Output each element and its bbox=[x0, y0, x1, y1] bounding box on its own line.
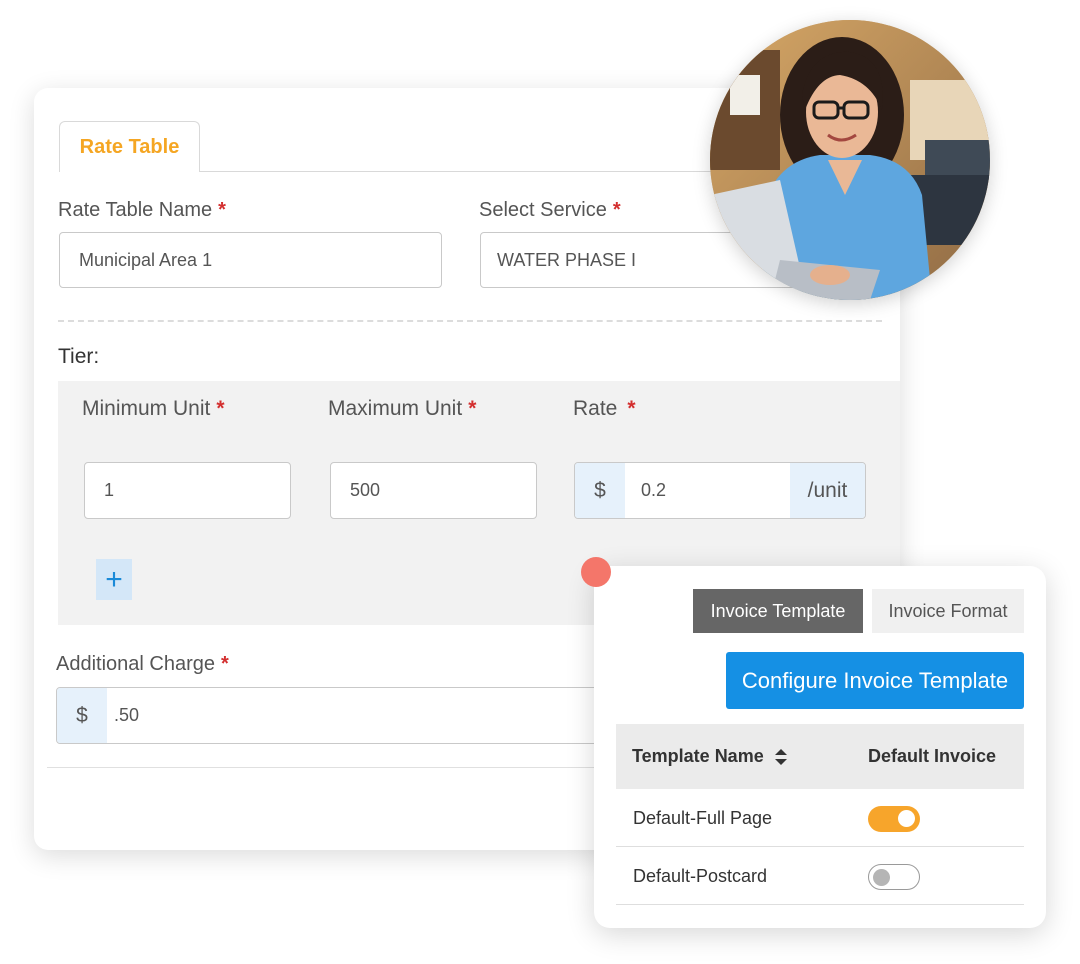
maximum-unit-label: Maximum Unit * bbox=[328, 397, 476, 421]
tab-rate-table[interactable]: Rate Table bbox=[59, 121, 200, 172]
additional-charge-input-group: $ .50 bbox=[56, 687, 616, 744]
user-photo bbox=[710, 20, 990, 300]
required-mark: * bbox=[468, 397, 477, 420]
toggle-knob bbox=[898, 810, 915, 827]
maximum-unit-label-text: Maximum Unit bbox=[328, 397, 463, 420]
select-service-label: Select Service * bbox=[479, 199, 621, 222]
maximum-unit-input[interactable]: 500 bbox=[330, 462, 537, 519]
tier-label: Tier: bbox=[58, 345, 100, 368]
column-template-name-label: Template Name bbox=[632, 746, 764, 766]
plus-icon: + bbox=[105, 562, 123, 596]
tab-invoice-template[interactable]: Invoice Template bbox=[693, 589, 863, 633]
table-row: Default-Full Page bbox=[616, 789, 1024, 847]
minimum-unit-input[interactable]: 1 bbox=[84, 462, 291, 519]
template-name-cell: Default-Postcard bbox=[633, 865, 768, 886]
woman-at-laptop-illustration bbox=[710, 20, 990, 300]
additional-charge-input[interactable]: .50 bbox=[107, 705, 615, 726]
required-mark: * bbox=[218, 199, 226, 221]
tab-invoice-format[interactable]: Invoice Format bbox=[872, 589, 1024, 633]
dollar-prefix: $ bbox=[57, 688, 107, 743]
required-mark: * bbox=[627, 397, 636, 420]
rate-input-group: $ 0.2 /unit bbox=[574, 462, 866, 519]
section-divider bbox=[58, 320, 882, 322]
sort-icon[interactable] bbox=[774, 748, 788, 766]
rate-table-name-label: Rate Table Name * bbox=[58, 199, 226, 222]
per-unit-suffix: /unit bbox=[790, 463, 865, 518]
select-service-label-text: Select Service bbox=[479, 199, 607, 221]
rate-table-name-label-text: Rate Table Name bbox=[58, 199, 213, 221]
default-invoice-toggle[interactable] bbox=[868, 864, 920, 890]
required-mark: * bbox=[612, 199, 621, 221]
add-tier-button[interactable]: + bbox=[96, 559, 132, 600]
rate-label: Rate * bbox=[573, 397, 636, 421]
minimum-unit-label: Minimum Unit * bbox=[82, 397, 225, 421]
notification-dot bbox=[581, 557, 611, 587]
additional-charge-label-text: Additional Charge bbox=[56, 653, 215, 675]
required-mark: * bbox=[216, 397, 225, 420]
additional-charge-label: Additional Charge * bbox=[56, 653, 229, 676]
invoice-card: Invoice Template Invoice Format Configur… bbox=[594, 566, 1046, 928]
table-row: Default-Postcard bbox=[616, 847, 1024, 905]
template-name-cell: Default-Full Page bbox=[633, 807, 773, 828]
rate-input[interactable]: 0.2 bbox=[625, 480, 790, 501]
dollar-prefix: $ bbox=[575, 463, 625, 518]
table-header: Template Name Default Invoice bbox=[616, 724, 1024, 789]
column-default-invoice: Default Invoice bbox=[868, 746, 997, 766]
required-mark: * bbox=[221, 653, 229, 675]
rate-table-name-input[interactable]: Municipal Area 1 bbox=[59, 232, 442, 288]
toggle-knob bbox=[873, 869, 890, 886]
minimum-unit-label-text: Minimum Unit bbox=[82, 397, 211, 420]
default-invoice-toggle[interactable] bbox=[868, 806, 920, 832]
rate-label-text: Rate bbox=[573, 397, 618, 420]
column-template-name[interactable]: Template Name bbox=[632, 724, 788, 789]
configure-invoice-template-button[interactable]: Configure Invoice Template bbox=[726, 652, 1024, 709]
